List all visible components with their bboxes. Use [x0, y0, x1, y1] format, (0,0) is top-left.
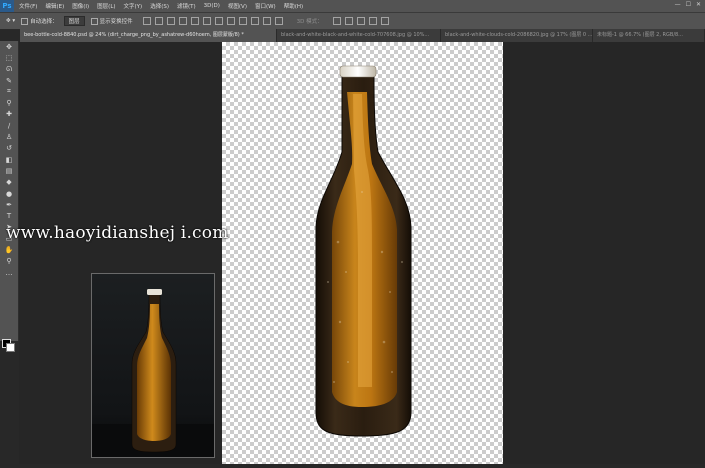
rotate-3d-icon[interactable]	[332, 17, 341, 25]
photoshop-logo: Ps	[0, 0, 14, 12]
align-left-icon[interactable]	[178, 17, 187, 25]
align-hcenter-icon[interactable]	[190, 17, 199, 25]
type-tool-icon[interactable]: T	[0, 210, 18, 221]
show-transform-label: 显示变换控件	[99, 19, 133, 25]
lasso-tool-icon[interactable]: ᘏ	[0, 64, 18, 75]
marquee-tool-icon[interactable]: ⬚	[0, 52, 18, 63]
menu-layer[interactable]: 图层(L)	[97, 2, 115, 10]
auto-select-dropdown[interactable]: 图层	[63, 16, 85, 26]
blur-tool-icon[interactable]: ◆	[0, 177, 18, 188]
document-tabs: bee-bottle-cold-8840.psd @ 24% (dirt_cha…	[20, 29, 705, 42]
align-top-icon[interactable]	[142, 17, 151, 25]
auto-select-checkbox[interactable]	[21, 17, 29, 25]
distribute-right-icon[interactable]	[274, 17, 283, 25]
healing-brush-tool-icon[interactable]: ✚	[0, 109, 18, 120]
maximize-icon[interactable]: ☐	[686, 1, 691, 8]
align-vcenter-icon[interactable]	[154, 17, 163, 25]
align-right-icon[interactable]	[202, 17, 211, 25]
minimize-icon[interactable]: —	[675, 1, 681, 8]
menu-view[interactable]: 视图(V)	[228, 2, 247, 10]
scale-3d-icon[interactable]	[380, 17, 389, 25]
align-bottom-icon[interactable]	[166, 17, 175, 25]
more-tools-icon[interactable]: …	[0, 267, 18, 278]
eyedropper-tool-icon[interactable]: ⚲	[0, 97, 18, 108]
distribute-hcenter-icon[interactable]	[262, 17, 271, 25]
brush-tool-icon[interactable]: ∕	[0, 120, 18, 131]
reference-photo-thumbnail[interactable]	[91, 273, 215, 458]
align-buttons	[142, 17, 283, 25]
background-color-swatch[interactable]	[6, 343, 15, 352]
drag-3d-icon[interactable]	[356, 17, 365, 25]
distribute-vcenter-icon[interactable]	[226, 17, 235, 25]
gradient-tool-icon[interactable]: ▤	[0, 165, 18, 176]
menu-window[interactable]: 窗口(W)	[255, 2, 276, 10]
3d-mode-label: 3D 模式：	[296, 19, 323, 25]
menu-select[interactable]: 选择(S)	[150, 2, 169, 10]
show-transform-checkbox[interactable]	[90, 17, 98, 25]
menu-3d[interactable]: 3D(D)	[204, 3, 220, 9]
tab-doc-4[interactable]: 未标题-1 @ 66.7% (图层 2, RGB/8...	[593, 29, 705, 42]
hand-tool-icon[interactable]: ✋	[0, 244, 18, 255]
menu-type[interactable]: 文字(Y)	[124, 2, 143, 10]
menu-edit[interactable]: 编辑(E)	[45, 2, 64, 10]
3d-mode-buttons	[332, 17, 389, 25]
tab-doc-2[interactable]: black-and-white-black-and-white-cold-707…	[277, 29, 441, 42]
eraser-tool-icon[interactable]: ◧	[0, 154, 18, 165]
zoom-tool-icon[interactable]: ⚲	[0, 256, 18, 267]
window-controls: — ☐ ✕	[675, 1, 701, 8]
reference-bottle-image	[92, 274, 214, 457]
menu-filter[interactable]: 滤镜(T)	[177, 2, 196, 10]
document-canvas[interactable]	[222, 42, 503, 464]
slide-3d-icon[interactable]	[368, 17, 377, 25]
move-tool-icon[interactable]: ✥	[0, 41, 18, 52]
history-brush-tool-icon[interactable]: ↺	[0, 143, 18, 154]
watermark-text: www.haoyidianshej i.com	[6, 223, 229, 243]
auto-select-option[interactable]: 自动选择：	[21, 17, 58, 25]
tab-doc-1[interactable]: bee-bottle-cold-8840.psd @ 24% (dirt_cha…	[20, 29, 277, 42]
show-transform-option[interactable]: 显示变换控件	[90, 17, 133, 25]
options-bar: ✥ ▾ 自动选择： 图层 显示变换控件 3D 模式：	[0, 12, 705, 30]
close-icon[interactable]: ✕	[696, 1, 701, 8]
distribute-top-icon[interactable]	[214, 17, 223, 25]
pen-tool-icon[interactable]: ✒	[0, 199, 18, 210]
move-tool-preset-icon[interactable]: ✥ ▾	[6, 18, 15, 24]
clone-stamp-tool-icon[interactable]: ♙	[0, 131, 18, 142]
tab-doc-3[interactable]: black-and-white-clouds-cold-2086820.jpg …	[441, 29, 593, 42]
roll-3d-icon[interactable]	[344, 17, 353, 25]
distribute-bottom-icon[interactable]	[238, 17, 247, 25]
distribute-left-icon[interactable]	[250, 17, 259, 25]
menu-help[interactable]: 帮助(H)	[284, 2, 303, 10]
dodge-tool-icon[interactable]: ●	[0, 188, 18, 199]
beer-bottle-image	[315, 65, 412, 437]
menu-bar: Ps 文件(F) 编辑(E) 图像(I) 图层(L) 文字(Y) 选择(S) 滤…	[0, 0, 705, 12]
toolbox: ✥ ⬚ ᘏ ✎ ⌗ ⚲ ✚ ∕ ♙ ↺ ◧ ▤ ◆ ● ✒ T ➤ ▭ ✋ ⚲ …	[0, 41, 19, 352]
quick-select-tool-icon[interactable]: ✎	[0, 75, 18, 86]
auto-select-label: 自动选择：	[30, 19, 58, 25]
menu-image[interactable]: 图像(I)	[72, 2, 89, 10]
menu-file[interactable]: 文件(F)	[19, 2, 37, 10]
crop-tool-icon[interactable]: ⌗	[0, 86, 18, 97]
